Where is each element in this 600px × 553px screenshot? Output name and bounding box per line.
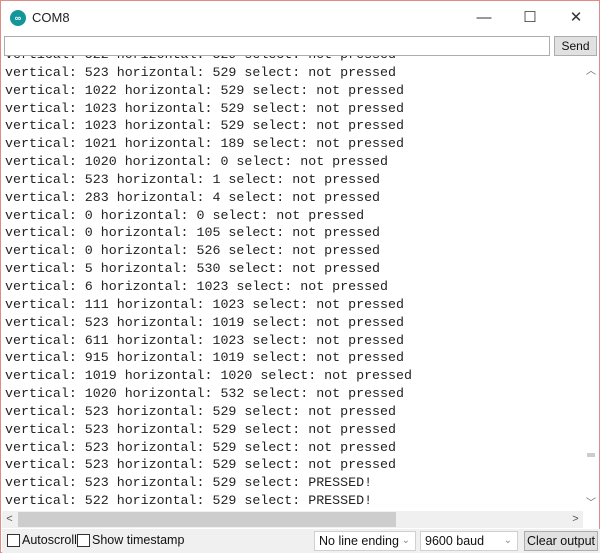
serial-output[interactable]: vertical: 522 horizontal: 529 select: no… — [2, 56, 583, 511]
output-line: vertical: 523 horizontal: 529 select: PR… — [5, 475, 373, 491]
output-line: vertical: 0 horizontal: 0 select: not pr… — [5, 207, 365, 223]
output-line: vertical: 283 horizontal: 4 select: not … — [5, 189, 381, 205]
minimize-button[interactable]: — — [461, 1, 507, 34]
output-line: vertical: 0 horizontal: 105 select: not … — [5, 225, 381, 241]
autoscroll-label[interactable]: Autoscroll — [22, 533, 77, 547]
output-line: vertical: 523 horizontal: 529 select: no… — [5, 403, 396, 419]
timestamp-label[interactable]: Show timestamp — [92, 533, 184, 547]
output-line: vertical: 523 horizontal: 529 select: no… — [5, 421, 396, 437]
output-line: vertical: 522 horizontal: 529 select: no… — [5, 56, 412, 64]
close-button[interactable]: ✕ — [553, 1, 599, 34]
serial-input[interactable] — [4, 36, 550, 56]
output-line: vertical: 522 horizontal: 529 select: PR… — [5, 493, 373, 509]
scroll-right-icon[interactable]: > — [568, 511, 583, 528]
scroll-left-icon[interactable]: < — [2, 511, 17, 528]
timestamp-checkbox[interactable] — [77, 534, 90, 547]
send-button[interactable]: Send — [554, 36, 597, 56]
output-line: vertical: 1023 horizontal: 529 select: n… — [5, 118, 404, 134]
output-line: vertical: 523 horizontal: 529 select: no… — [5, 439, 396, 455]
output-line: vertical: 523 horizontal: 529 select: no… — [5, 64, 396, 80]
output-line: vertical: 523 horizontal: 1019 select: n… — [5, 314, 404, 330]
chevron-down-icon: ⌄ — [401, 535, 410, 546]
output-line: vertical: 1019 horizontal: 1020 select: … — [5, 368, 412, 384]
maximize-button[interactable]: ☐ — [507, 1, 553, 34]
arduino-logo-icon: ∞ — [10, 9, 26, 26]
footer-bar: Autoscroll Show timestamp No line ending… — [2, 529, 600, 553]
window-title: COM8 — [32, 10, 70, 25]
output-line: vertical: 611 horizontal: 1023 select: n… — [5, 332, 404, 348]
scroll-down-icon[interactable]: ﹀ — [583, 494, 599, 509]
output-line: vertical: 1020 horizontal: 532 select: n… — [5, 386, 404, 402]
horizontal-scrollbar[interactable]: < > — [2, 511, 583, 528]
output-line: vertical: 5 horizontal: 530 select: not … — [5, 261, 381, 277]
output-line: vertical: 523 horizontal: 1 select: not … — [5, 171, 381, 187]
output-line: vertical: 111 horizontal: 1023 select: n… — [5, 296, 404, 312]
vertical-scroll-thumb[interactable] — [587, 453, 595, 457]
vertical-scrollbar[interactable]: ︿ ﹀ — [583, 56, 599, 511]
output-line: vertical: 0 horizontal: 526 select: not … — [5, 243, 381, 259]
clear-output-button[interactable]: Clear output — [524, 531, 598, 551]
output-line: vertical: 6 horizontal: 1023 select: not… — [5, 278, 389, 294]
output-line: vertical: 1022 horizontal: 529 select: n… — [5, 82, 404, 98]
horizontal-scroll-thumb[interactable] — [18, 512, 396, 527]
serial-monitor-window: ∞ COM8 — ☐ ✕ Send vertical: 522 horizont… — [0, 0, 600, 553]
line-ending-select[interactable]: No line ending ⌄ — [314, 531, 416, 551]
output-line: vertical: 1021 horizontal: 189 select: n… — [5, 136, 404, 152]
baud-value: 9600 baud — [425, 534, 485, 548]
output-line: vertical: 523 horizontal: 529 select: no… — [5, 457, 396, 473]
scroll-up-icon[interactable]: ︿ — [583, 62, 599, 77]
output-line: vertical: 1023 horizontal: 529 select: n… — [5, 100, 404, 116]
title-bar: ∞ COM8 — ☐ ✕ — [1, 1, 599, 34]
line-ending-value: No line ending — [319, 534, 399, 548]
output-line: vertical: 915 horizontal: 1019 select: n… — [5, 350, 404, 366]
output-line: vertical: 1020 horizontal: 0 select: not… — [5, 154, 389, 170]
chevron-down-icon: ⌄ — [503, 535, 512, 546]
autoscroll-checkbox[interactable] — [7, 534, 20, 547]
baud-select[interactable]: 9600 baud ⌄ — [420, 531, 518, 551]
